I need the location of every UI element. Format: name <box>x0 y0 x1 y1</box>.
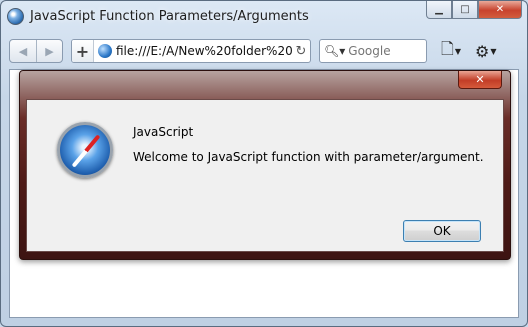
page-icon: 🗋 <box>441 38 454 58</box>
chevron-down-icon: ▼ <box>454 46 462 56</box>
reload-icon[interactable]: ↻ <box>292 44 310 59</box>
ok-button[interactable]: OK <box>403 220 481 242</box>
dialog-body: JavaScript Welcome to JavaScript functio… <box>26 99 504 252</box>
page-menu-button[interactable]: 🗋 ▼ <box>441 38 461 65</box>
maximize-button[interactable]: □ <box>452 1 478 19</box>
chevron-down-icon: ▼ <box>490 46 497 56</box>
globe-icon <box>98 44 112 58</box>
back-button[interactable]: ◀ <box>10 40 36 62</box>
search-input[interactable] <box>348 44 419 58</box>
gear-icon: ⚙ <box>475 41 490 61</box>
safari-app-icon <box>7 7 24 25</box>
url-text[interactable]: file:///E:/A/New%20folder%20(9) <box>116 44 292 58</box>
dialog-title: JavaScript <box>133 125 194 139</box>
settings-menu-button[interactable]: ⚙ ▼ <box>475 42 497 61</box>
window-title: JavaScript Function Parameters/Arguments <box>30 8 309 24</box>
add-bookmark-button[interactable]: + <box>72 40 94 62</box>
dialog-close-button[interactable]: ✕ <box>458 71 502 89</box>
minimize-button[interactable]: ▁ <box>426 1 452 19</box>
search-box[interactable]: 🔍︎▾ <box>319 39 427 63</box>
dialog-message: Welcome to JavaScript function with para… <box>133 150 484 164</box>
safari-compass-icon <box>57 122 113 178</box>
close-button[interactable]: ✕ <box>478 1 522 19</box>
caption-buttons: ▁ □ ✕ <box>426 1 522 19</box>
nav-buttons: ◀ ▶ <box>9 39 63 63</box>
forward-button[interactable]: ▶ <box>36 40 62 62</box>
address-bar[interactable]: + file:///E:/A/New%20folder%20(9) ↻ <box>71 39 311 63</box>
window-titlebar: JavaScript Function Parameters/Arguments <box>7 4 427 28</box>
search-icon[interactable]: 🔍︎▾ <box>324 44 345 58</box>
alert-dialog: ✕ JavaScript Welcome to JavaScript funct… <box>19 70 511 260</box>
browser-toolbar: ◀ ▶ + file:///E:/A/New%20folder%20(9) ↻ … <box>9 38 519 64</box>
